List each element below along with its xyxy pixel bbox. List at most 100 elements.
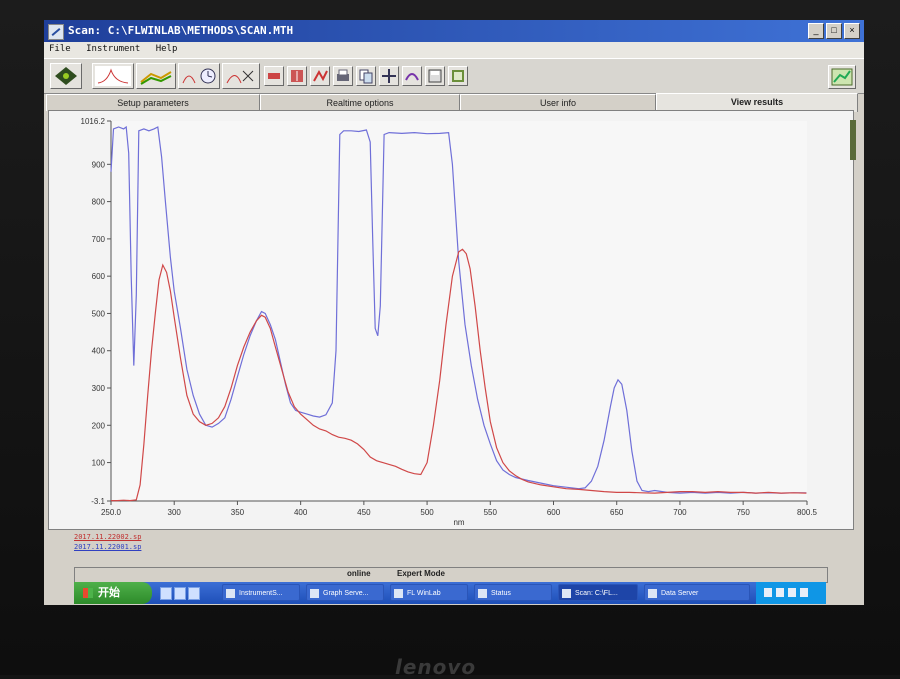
app-icon [48, 24, 64, 40]
tab-strip: Setup parameters Realtime options User i… [46, 93, 860, 112]
y-tick-label: 300 [92, 384, 106, 393]
save-button[interactable] [425, 66, 445, 86]
status-online: online [347, 569, 371, 578]
overlay-scan-button[interactable] [222, 63, 260, 89]
copy-button[interactable] [356, 66, 376, 86]
y-tick-label: 700 [92, 235, 106, 244]
single-scan-button[interactable] [92, 63, 134, 89]
export-button[interactable] [448, 66, 468, 86]
start-label: 开始 [98, 587, 120, 599]
start-button[interactable]: 开始 [74, 582, 152, 604]
peak-pick-icon [313, 69, 328, 82]
plot-area [111, 121, 807, 501]
maximize-button[interactable]: □ [826, 23, 842, 39]
task-window-icon [226, 589, 235, 598]
system-tray [756, 582, 826, 604]
graph-view-button[interactable] [828, 65, 856, 89]
task-window-icon [394, 589, 403, 598]
task-label: FL WinLab [407, 590, 441, 597]
legend-entry-22002[interactable]: 2017.11.22002.sp [74, 532, 141, 542]
single-scan-icon [95, 66, 131, 86]
title-bar[interactable]: Scan: C:\FLWINLAB\METHODS\SCAN.MTH _ □ × [44, 20, 864, 42]
copy-icon [359, 69, 373, 84]
tab-realtime-options[interactable]: Realtime options [260, 94, 460, 111]
clock-scan-button[interactable] [178, 63, 220, 89]
x-tick-label: 350 [231, 508, 245, 517]
menu-instrument[interactable]: Instrument [81, 42, 145, 56]
y-tick-label: 900 [92, 160, 106, 169]
tab-setup-parameters[interactable]: Setup parameters [46, 94, 260, 111]
y-tick-label: -3.1 [91, 497, 105, 506]
menu-file[interactable]: File [44, 42, 76, 56]
print-icon [337, 69, 349, 81]
toolbar [44, 58, 864, 94]
multi-scan-button[interactable] [136, 63, 176, 89]
task-graph-server[interactable]: Graph Serve... [306, 584, 384, 601]
export-icon [452, 70, 464, 82]
y-tick-label: 100 [92, 459, 106, 468]
show-desktop-icon[interactable] [160, 587, 172, 600]
window-title: Scan: C:\FLWINLAB\METHODS\SCAN.MTH [68, 24, 294, 37]
x-tick-label: 300 [168, 508, 182, 517]
graph-view-icon [831, 68, 853, 86]
move-icon [382, 69, 396, 83]
task-label: Status [491, 590, 511, 597]
taskbar: 开始 InstrumentS... Graph Serve... FL WinL… [74, 582, 826, 604]
print-button[interactable] [333, 66, 353, 86]
x-tick-label: 250.0 [101, 508, 122, 517]
minimize-button[interactable]: _ [808, 23, 824, 39]
legend-entry-22001[interactable]: 2017.11.22001.sp [74, 542, 141, 552]
task-data-server[interactable]: Data Server [644, 584, 750, 601]
task-scan[interactable]: Scan: C:\FL... [558, 584, 638, 601]
task-instruments[interactable]: InstrumentS... [222, 584, 300, 601]
traffic-light-button[interactable] [50, 63, 82, 89]
x-tick-label: 550 [484, 508, 498, 517]
tab-user-info[interactable]: User info [460, 94, 656, 111]
tray-security-icon[interactable] [788, 588, 796, 597]
tray-network-icon[interactable] [764, 588, 772, 597]
task-label: Data Server [661, 590, 699, 597]
status-mode: Expert Mode [397, 569, 446, 578]
task-label: Scan: C:\FL... [575, 590, 618, 597]
traffic-light-icon [55, 67, 77, 85]
media-icon[interactable] [188, 587, 200, 600]
x-axis-label: nm [453, 518, 464, 527]
y-tick-label: 800 [92, 198, 106, 207]
monitor-brand-logo: lenovo [395, 655, 477, 679]
screen: Scan: C:\FLWINLAB\METHODS\SCAN.MTH _ □ ×… [44, 20, 864, 605]
task-window-icon [478, 589, 487, 598]
x-tick-label: 700 [673, 508, 687, 517]
smooth-button[interactable] [402, 66, 422, 86]
x-tick-label: 400 [294, 508, 308, 517]
spectrum-chart[interactable]: -3.1 100 200 300 400 500 600 700 800 900 1016.2 250… [49, 111, 853, 529]
vertical-scale-button[interactable] [287, 66, 307, 86]
task-status[interactable]: Status [474, 584, 552, 601]
y-tick-label: 1016.2 [81, 117, 106, 126]
menu-help[interactable]: Help [151, 42, 183, 56]
overlay-scan-icon [226, 70, 254, 84]
multi-scan-icon [140, 71, 172, 85]
x-tick-label: 650 [610, 508, 624, 517]
tray-volume-icon[interactable] [776, 588, 784, 597]
move-button[interactable] [379, 66, 399, 86]
x-tick-label: 800.5 [797, 508, 818, 517]
y-tick-label: 600 [92, 272, 106, 281]
x-tick-label: 600 [547, 508, 561, 517]
task-fl-winlab[interactable]: FL WinLab [390, 584, 468, 601]
peak-pick-button[interactable] [310, 66, 330, 86]
y-tick-label: 500 [92, 309, 106, 318]
zoom-button[interactable] [264, 66, 284, 86]
y-tick-label: 400 [92, 347, 106, 356]
browser-icon[interactable] [174, 587, 186, 600]
y-tick-label: 200 [92, 421, 106, 430]
x-tick-label: 450 [357, 508, 371, 517]
scrollbar-thumb[interactable] [850, 120, 856, 160]
status-bar: online Expert Mode [74, 567, 828, 583]
task-window-icon [648, 589, 657, 598]
windows-flag-icon [83, 588, 93, 598]
vertical-scale-icon [291, 70, 303, 82]
tray-update-icon[interactable] [800, 588, 808, 597]
x-tick-label: 750 [736, 508, 750, 517]
results-panel: -3.1 100 200 300 400 500 600 700 800 900 1016.2 250… [48, 110, 854, 530]
close-button[interactable]: × [844, 23, 860, 39]
